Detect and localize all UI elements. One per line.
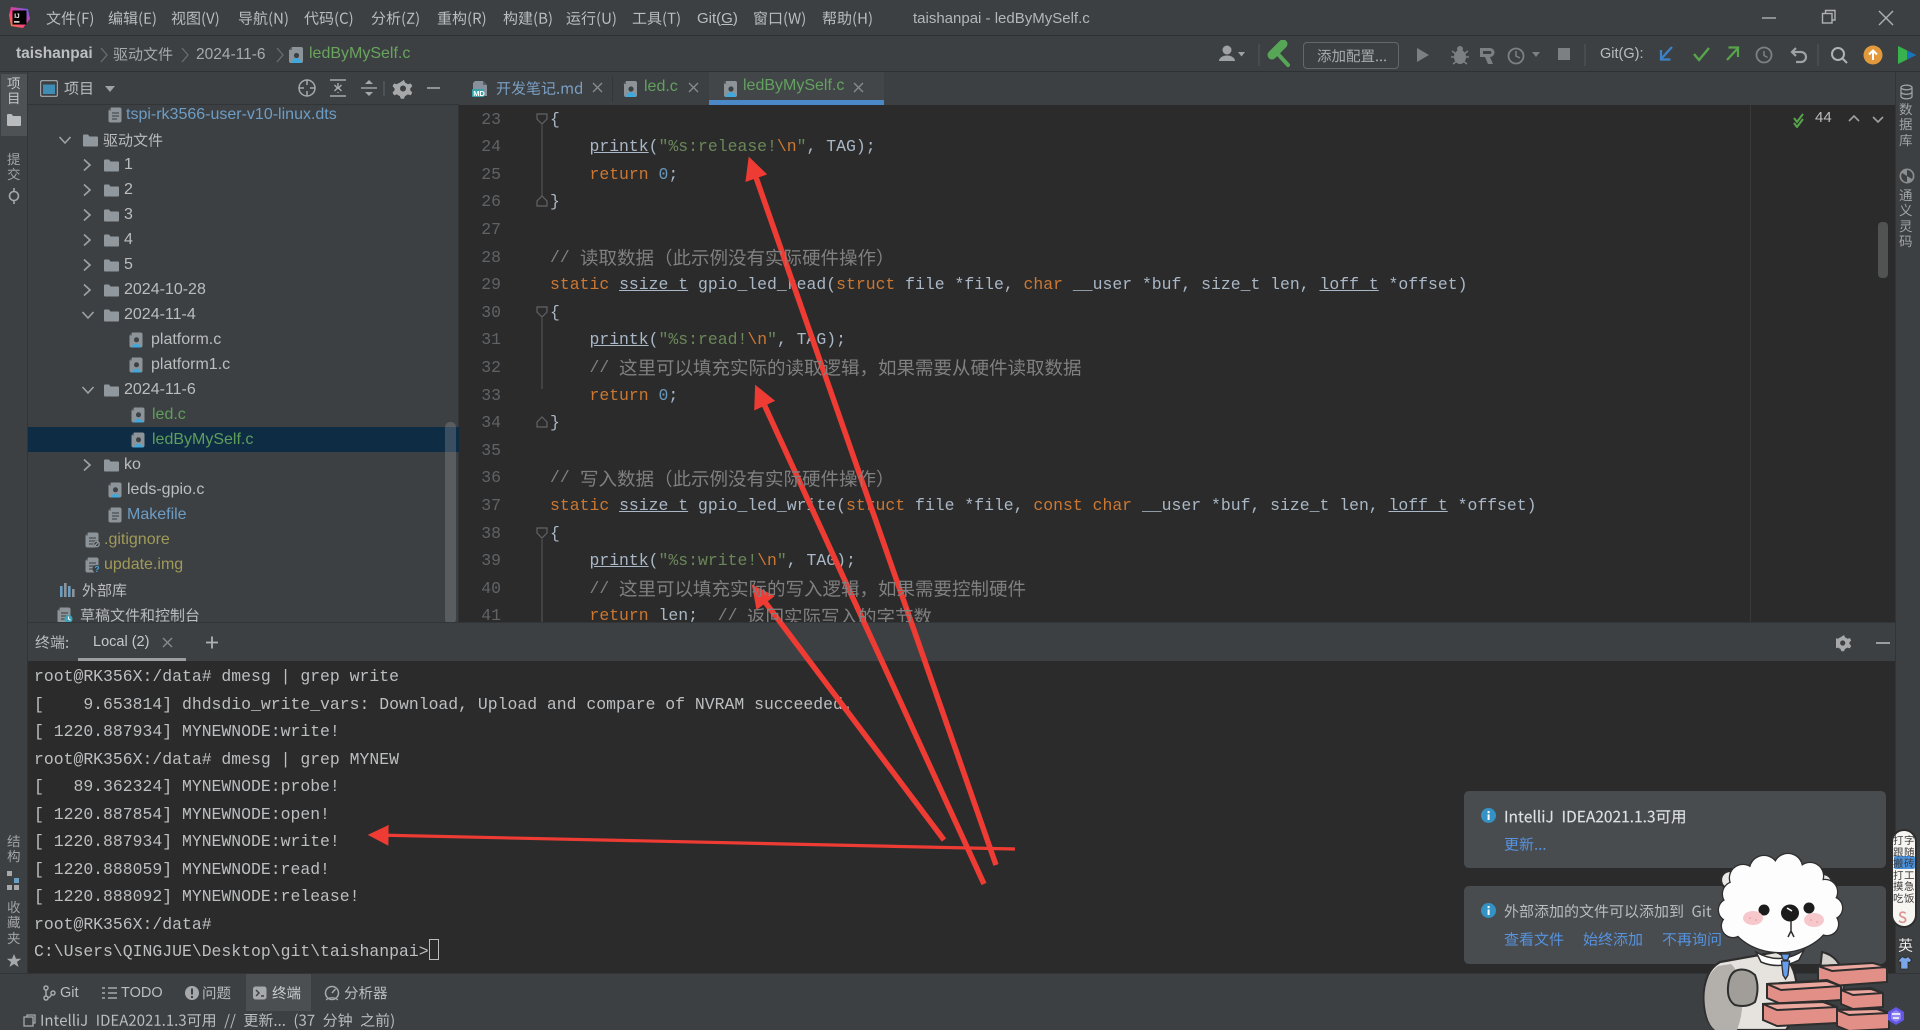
svg-text:?: ? xyxy=(94,564,99,574)
svg-text:MD: MD xyxy=(473,89,485,98)
